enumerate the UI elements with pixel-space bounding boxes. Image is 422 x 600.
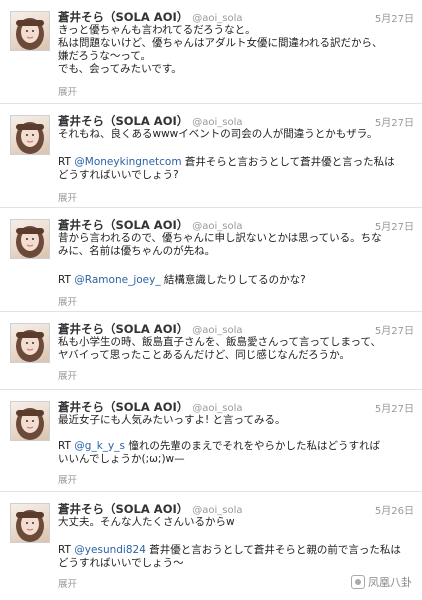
author-handle[interactable]: @aoi_sola [192,505,242,516]
mention-link[interactable]: @Ramone_joey_ [74,274,160,286]
author-handle[interactable]: @aoi_sola [192,221,242,232]
expand-link[interactable]: 展开 [58,84,77,98]
watermark: 凤凰八卦 [351,574,412,590]
retweet-quote: RT @yesundi824 蒼井優と言おうとして蒼井そらと親の前で言った私は … [58,544,401,569]
tweet-text: それもね、良くあるwwwイベントの司会の人が間違うとかもザラ。 [58,128,378,140]
author-handle[interactable]: @aoi_sola [192,403,242,414]
avatar[interactable] [10,401,50,441]
avatar[interactable] [10,219,50,259]
retweet-quote: RT @Moneykingnetcom 蒼井そらと言おうとして蒼井優と言った私は… [58,156,395,181]
tweet: 蒼井そら（SOLA AOI） @aoi_sola 5月27日 最近女子にも人気みた… [0,390,422,492]
expand-link[interactable]: 展开 [58,576,77,590]
author-name[interactable]: 蒼井そら（SOLA AOI） @aoi_sola [58,399,243,415]
tweet-date[interactable]: 5月27日 [375,10,414,25]
tweet: 蒼井そら（SOLA AOI） @aoi_sola 5月27日 きっと優ちゃんも言わ… [0,0,422,104]
tweet-text: 私も小学生の時、飯島直子さんを、飯島愛さんって言ってしまって、 ヤバイって思った… [58,336,381,361]
author-name[interactable]: 蒼井そら（SOLA AOI） @aoi_sola [58,9,243,25]
tweet: 蒼井そら（SOLA AOI） @aoi_sola 5月27日 私も小学生の時、飯島… [0,312,422,390]
author-name[interactable]: 蒼井そら（SOLA AOI） @aoi_sola [58,501,243,517]
tweet-date[interactable]: 5月27日 [375,114,414,129]
author-name[interactable]: 蒼井そら（SOLA AOI） @aoi_sola [58,217,243,233]
mention-link[interactable]: @g_k_y_s [74,440,125,452]
author-name[interactable]: 蒼井そら（SOLA AOI） @aoi_sola [58,321,243,337]
tweet: 蒼井そら（SOLA AOI） @aoi_sola 5月27日 昔から言われるので、… [0,208,422,312]
tweet-text: 最近女子にも人気みたいっすよ! と言ってみる。 [58,414,286,426]
author-handle[interactable]: @aoi_sola [192,325,242,336]
watermark-text: 凤凰八卦 [368,576,412,589]
retweet-quote: RT @Ramone_joey_ 結構意識したりしてるのかな? [58,274,306,286]
tweet-date[interactable]: 5月26日 [375,502,414,517]
avatar[interactable] [10,115,50,155]
mention-link[interactable]: @yesundi824 [74,544,146,556]
tweet-text: 大丈夫。そんな人たくさんいるからw [58,516,235,528]
expand-link[interactable]: 展开 [58,472,77,486]
avatar[interactable] [10,323,50,363]
tweet-text: 昔から言われるので、優ちゃんに申し訳ないとかは思っている。ちな みに、名前は優ち… [58,232,382,257]
tweet: 蒼井そら（SOLA AOI） @aoi_sola 5月27日 それもね、良くあるw… [0,104,422,208]
avatar[interactable] [10,11,50,51]
tweet-date[interactable]: 5月27日 [375,218,414,233]
mention-link[interactable]: @Moneykingnetcom [74,156,181,168]
tweet-date[interactable]: 5月27日 [375,400,414,415]
expand-link[interactable]: 展开 [58,190,77,204]
author-handle[interactable]: @aoi_sola [192,13,242,24]
tweet-date[interactable]: 5月27日 [375,322,414,337]
expand-link[interactable]: 展开 [58,294,77,308]
author-name[interactable]: 蒼井そら（SOLA AOI） @aoi_sola [58,113,243,129]
expand-link[interactable]: 展开 [58,368,77,382]
avatar[interactable] [10,503,50,543]
author-handle[interactable]: @aoi_sola [192,117,242,128]
tweet-text: きっと優ちゃんも言われてるだろうなと。 私は問題ないけど、優ちゃんはアダルト女優… [58,24,383,75]
phoenix-logo-icon [351,575,365,589]
retweet-quote: RT @g_k_y_s 憧れの先輩のまえでそれをやらかした私はどうすれば いいん… [58,440,381,465]
